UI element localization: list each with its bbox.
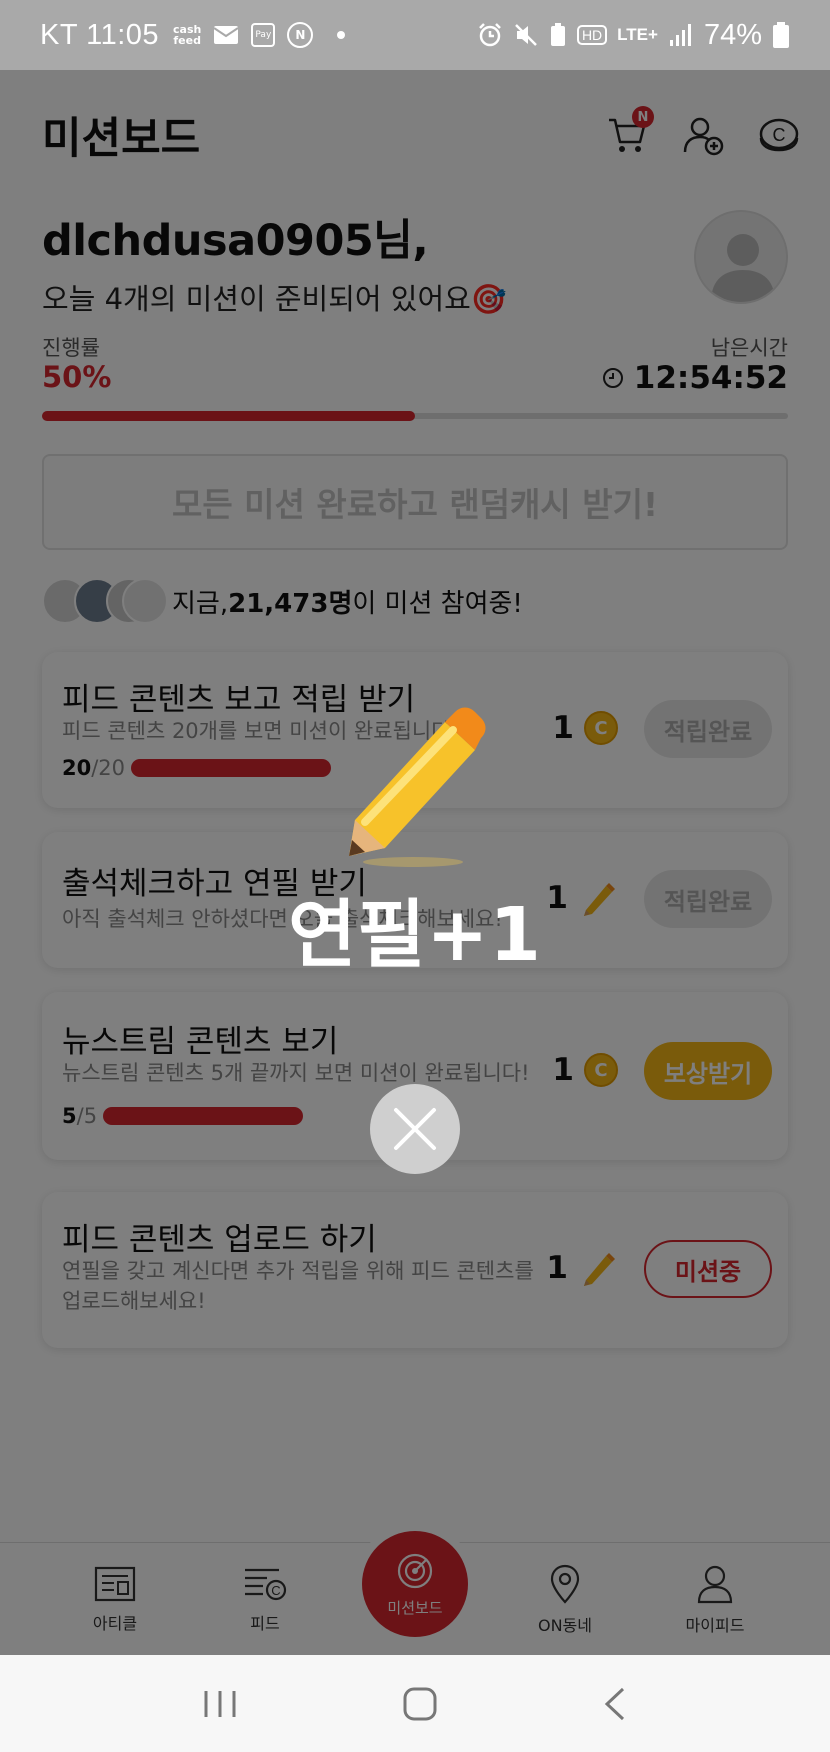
notification-icons: cash feed Pay N (173, 19, 346, 52)
more-notifications-dot-icon (337, 31, 346, 39)
close-button[interactable] (370, 1084, 460, 1174)
battery-saver-icon (550, 23, 565, 46)
reward-message: 연필+1 (288, 892, 542, 978)
system-navigation-bar (0, 1655, 830, 1752)
n-circle-icon: N (287, 22, 314, 48)
battery-icon (773, 22, 789, 48)
samsung-pay-icon: Pay (251, 23, 276, 47)
recent-apps-icon[interactable] (203, 1689, 237, 1719)
battery-percent: 74% (703, 18, 762, 51)
signal-icon (669, 24, 691, 46)
lte-icon: LTE+ (617, 25, 658, 44)
status-time: KT 11:05 (40, 18, 160, 51)
alarm-icon (479, 23, 501, 47)
mute-icon (515, 24, 537, 46)
reward-popup-overlay[interactable]: 연필+1 (0, 70, 830, 1655)
close-icon (394, 1108, 436, 1150)
cashfeed-icon: cash feed (173, 23, 202, 47)
back-icon[interactable] (603, 1687, 627, 1721)
home-icon[interactable] (403, 1687, 437, 1721)
mail-icon (213, 19, 239, 52)
hd-icon: HD (576, 25, 608, 45)
status-bar: KT 11:05 cash feed Pay N HD LTE+ 74% (0, 0, 830, 70)
system-status-icons: HD LTE+ 74% (477, 19, 790, 52)
pencil-icon (349, 707, 486, 867)
